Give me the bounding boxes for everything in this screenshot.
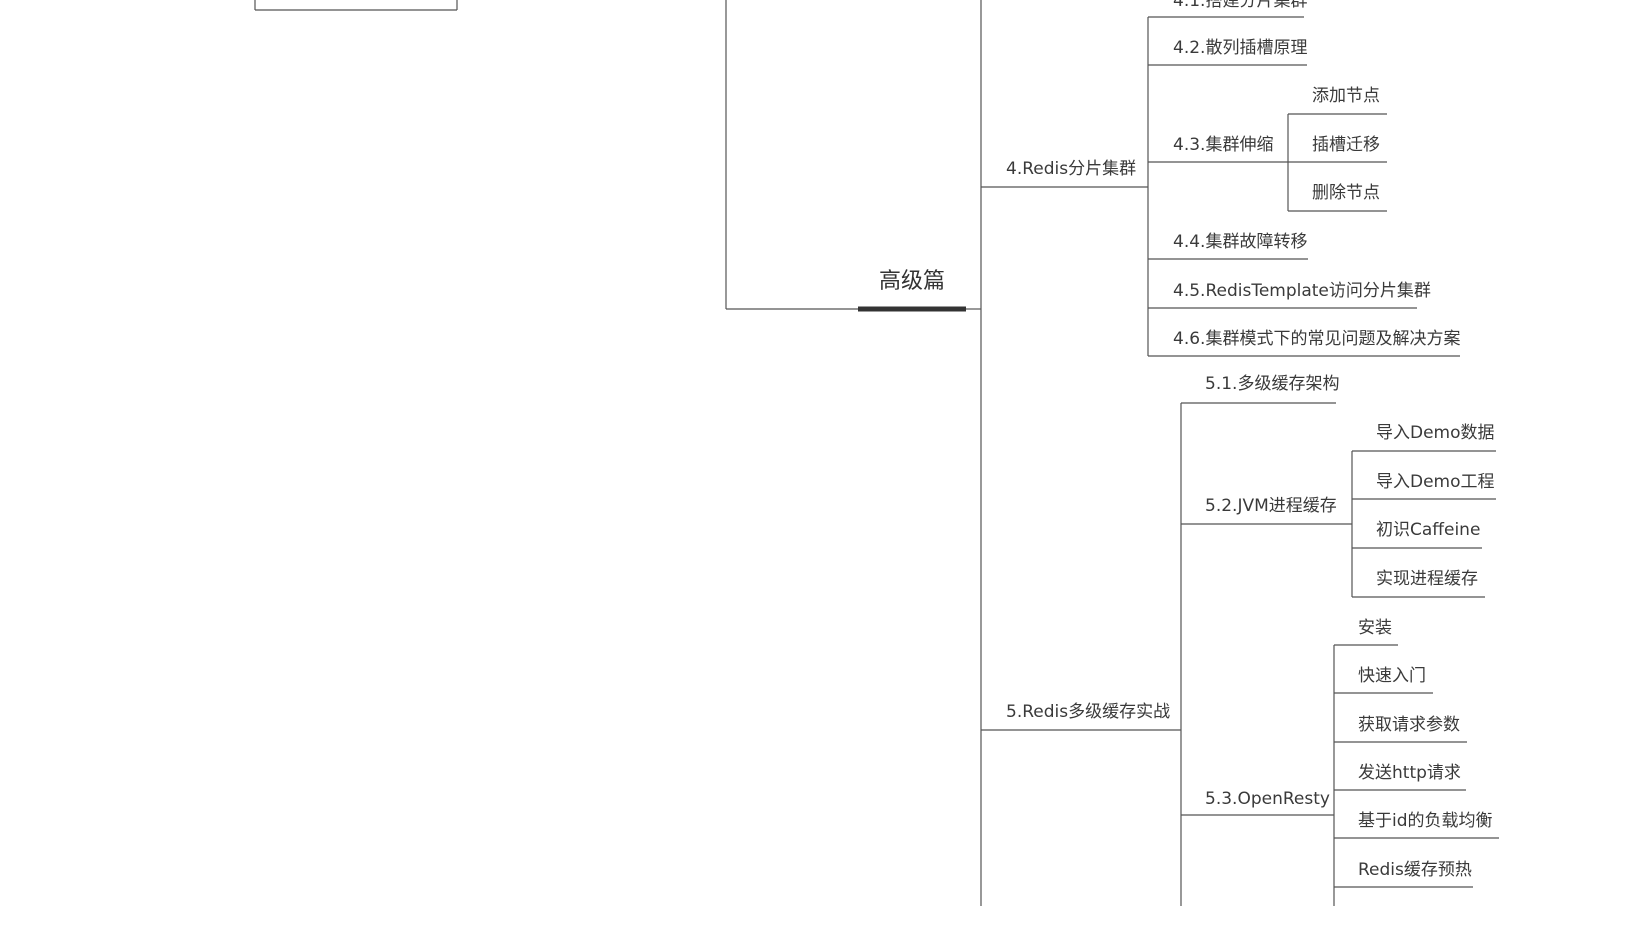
node-5-3-c-label: 获取请求参数 [1358,715,1460,735]
node-4-3-c-label: 删除节点 [1312,183,1380,203]
node-5-3-d-label: 发送http请求 [1358,763,1461,783]
node-4-6-label: 4.6.集群模式下的常见问题及解决方案 [1173,329,1460,349]
node-5-2[interactable]: 5.2.JVM进程缓存 [1181,496,1352,525]
node-5-2-d-label: 实现进程缓存 [1376,569,1478,589]
branch-4[interactable]: 4.Redis分片集群 [981,159,1148,188]
node-4-3-b[interactable]: 插槽迁移 [1288,135,1387,163]
node-4-5-label: 4.5.RedisTemplate访问分片集群 [1173,281,1431,301]
node-5-2-c[interactable]: 初识Caffeine [1352,520,1482,549]
node-4-3-c[interactable]: 删除节点 [1288,183,1387,212]
node-4-4[interactable]: 4.4.集群故障转移 [1148,232,1308,260]
node-5-2-d[interactable]: 实现进程缓存 [1352,569,1485,598]
node-5-2-b[interactable]: 导入Demo工程 [1352,472,1496,500]
node-5-2-a-label: 导入Demo数据 [1376,423,1495,443]
root-label: 高级篇 [879,269,945,294]
branch-5-label: 5.Redis多级缓存实战 [1006,702,1170,722]
node-5-3-label: 5.3.OpenResty [1205,789,1330,809]
node-5-2-label: 5.2.JVM进程缓存 [1205,496,1337,516]
node-4-4-label: 4.4.集群故障转移 [1173,232,1307,252]
node-4-2[interactable]: 4.2.散列插槽原理 [1148,38,1307,66]
node-5-2-a[interactable]: 导入Demo数据 [1352,423,1496,452]
node-5-3-a[interactable]: 安装 [1334,618,1398,646]
node-4-2-label: 4.2.散列插槽原理 [1173,38,1307,58]
node-5-3-f-label: Redis缓存预热 [1358,860,1472,880]
node-5-3-e-label: 基于id的负载均衡 [1358,811,1493,831]
node-5-2-c-label: 初识Caffeine [1376,520,1480,540]
node-5-3-e[interactable]: 基于id的负载均衡 [1334,811,1499,839]
mindmap-canvas: 高级篇 4.Redis分片集群 4.1.搭建分片集群 4.2.散列插槽原理 4.… [254,0,1499,906]
root-node[interactable]: 高级篇 [858,269,966,312]
node-4-3-b-label: 插槽迁移 [1312,135,1380,155]
node-4-3-a-label: 添加节点 [1312,86,1380,106]
node-5-2-b-label: 导入Demo工程 [1376,472,1495,492]
node-5-3-f[interactable]: Redis缓存预热 [1334,860,1473,888]
node-5-3-b[interactable]: 快速入门 [1334,666,1433,694]
node-5-1-label: 5.1.多级缓存架构 [1205,374,1339,394]
node-5-3-d[interactable]: 发送http请求 [1334,763,1466,791]
node-5-1[interactable]: 5.1.多级缓存架构 [1181,374,1339,404]
branch-4-label: 4.Redis分片集群 [1006,159,1136,179]
node-5-3-a-label: 安装 [1358,618,1392,638]
node-4-3-label: 4.3.集群伸缩 [1173,135,1273,155]
node-4-3[interactable]: 4.3.集群伸缩 [1148,135,1288,163]
branch-5[interactable]: 5.Redis多级缓存实战 [981,702,1181,731]
root-connector [725,0,858,310]
node-4-1[interactable]: 4.1.搭建分片集群 [1148,0,1307,18]
node-4-5[interactable]: 4.5.RedisTemplate访问分片集群 [1148,281,1431,309]
offscreen-node-fragment [254,0,458,11]
node-4-6[interactable]: 4.6.集群模式下的常见问题及解决方案 [1148,329,1460,357]
node-5-3-b-label: 快速入门 [1358,666,1426,686]
node-4-1-label: 4.1.搭建分片集群 [1173,0,1307,11]
node-4-3-a[interactable]: 添加节点 [1288,86,1387,115]
node-5-3[interactable]: 5.3.OpenResty [1181,789,1334,816]
node-5-3-c[interactable]: 获取请求参数 [1334,715,1467,743]
